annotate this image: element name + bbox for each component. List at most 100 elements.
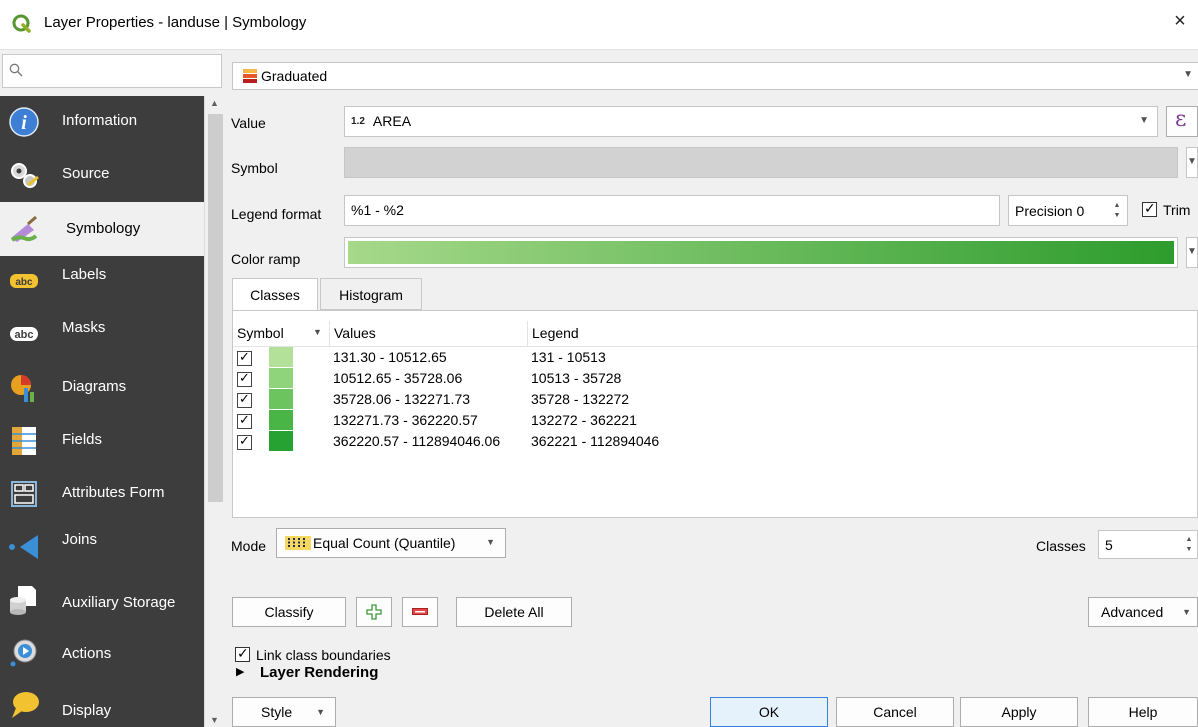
sidebar-item-fields[interactable]: Fields: [0, 415, 204, 468]
mode-value: Equal Count (Quantile): [313, 535, 456, 551]
sidebar-item-labels[interactable]: abc Labels: [0, 256, 204, 309]
class-values: 132271.73 - 362220.57: [333, 412, 478, 428]
expand-arrow-icon[interactable]: ▶: [236, 665, 244, 678]
classify-button[interactable]: Classify: [232, 597, 346, 627]
class-visible-checkbox[interactable]: ✓: [237, 412, 252, 429]
search-box[interactable]: [2, 54, 222, 88]
svg-text:i: i: [21, 112, 27, 134]
sidebar-item-joins[interactable]: Joins: [0, 521, 204, 574]
check-icon: ✓: [237, 645, 249, 661]
column-header-values[interactable]: Values: [329, 321, 527, 347]
precision-spinbox[interactable]: Precision 0 ▲ ▼: [1008, 195, 1128, 226]
spin-down-icon[interactable]: ▼: [1181, 545, 1197, 554]
classes-count-label: Classes: [1036, 538, 1086, 554]
help-button[interactable]: Help: [1088, 697, 1198, 727]
delete-all-button[interactable]: Delete All: [456, 597, 572, 627]
sidebar-item-masks[interactable]: abc Masks: [0, 309, 204, 362]
values-column-title: Values: [334, 325, 376, 341]
column-header-legend[interactable]: Legend: [527, 321, 1197, 347]
classes-count-spinbox[interactable]: 5 ▲ ▼: [1098, 530, 1198, 559]
value-field[interactable]: 1.2 AREA ▼: [344, 106, 1158, 137]
class-symbol-swatch[interactable]: [269, 368, 293, 388]
delete-all-label: Delete All: [484, 604, 544, 620]
tab-histogram-label: Histogram: [339, 287, 403, 303]
sidebar-item-label: Symbology: [66, 220, 141, 237]
masks-icon: abc: [10, 327, 38, 341]
sidebar-scrollbar[interactable]: ▲ ▼: [204, 96, 226, 727]
spin-down-icon[interactable]: ▼: [1109, 211, 1125, 220]
table-row[interactable]: ✓ 132271.73 - 362220.57 132272 - 362221: [233, 410, 1198, 431]
class-visible-checkbox[interactable]: ✓: [237, 370, 252, 387]
class-values: 35728.06 - 132271.73: [333, 391, 471, 407]
mode-select[interactable]: Equal Count (Quantile) ▼: [276, 528, 506, 558]
class-visible-checkbox[interactable]: ✓: [237, 349, 252, 366]
column-header-symbol[interactable]: Symbol ▼: [233, 321, 329, 347]
classify-label: Classify: [264, 604, 314, 620]
style-label: Style: [261, 704, 293, 720]
sidebar-item-actions[interactable]: Actions: [0, 627, 204, 680]
search-input[interactable]: [31, 59, 216, 83]
sidebar: i Information Source Symbology abc Label…: [0, 50, 226, 727]
advanced-label: Advanced: [1101, 604, 1164, 620]
legend-format-value: %1 - %2: [351, 202, 404, 218]
scroll-up-icon[interactable]: ▲: [210, 98, 219, 108]
legend-format-input[interactable]: %1 - %2: [344, 195, 1000, 226]
color-ramp-dropdown[interactable]: ▼: [1186, 237, 1198, 268]
cancel-button[interactable]: Cancel: [836, 697, 954, 727]
style-button[interactable]: Style ▼: [232, 697, 336, 727]
spin-up-icon[interactable]: ▲: [1109, 201, 1125, 210]
renderer-select[interactable]: Graduated ▼: [232, 62, 1198, 90]
sidebar-item-label: Attributes Form: [62, 484, 165, 501]
class-values: 10512.65 - 35728.06: [333, 370, 463, 386]
cancel-label: Cancel: [873, 704, 917, 720]
scrollbar-thumb[interactable]: [208, 114, 223, 502]
class-symbol-swatch[interactable]: [269, 431, 293, 451]
layer-rendering-section[interactable]: Layer Rendering: [260, 664, 378, 681]
symbol-button[interactable]: [344, 147, 1178, 178]
chevron-down-icon: ▼: [1183, 69, 1193, 80]
add-class-button[interactable]: [356, 597, 392, 627]
class-visible-checkbox[interactable]: ✓: [237, 391, 252, 408]
table-row[interactable]: ✓ 10512.65 - 35728.06 10513 - 35728: [233, 368, 1198, 389]
remove-class-button[interactable]: [402, 597, 438, 627]
tab-classes[interactable]: Classes: [232, 278, 318, 311]
class-visible-checkbox[interactable]: ✓: [237, 433, 252, 450]
classes-table[interactable]: Symbol ▼ Values Legend ✓ 131.30 - 10512.…: [232, 310, 1198, 518]
scroll-down-icon[interactable]: ▼: [210, 715, 219, 725]
search-icon: [9, 63, 23, 77]
sidebar-item-source[interactable]: Source: [0, 149, 204, 202]
spin-up-icon[interactable]: ▲: [1181, 535, 1197, 544]
sidebar-item-symbology[interactable]: Symbology: [0, 202, 204, 256]
apply-button[interactable]: Apply: [960, 697, 1078, 727]
class-legend: 35728 - 132272: [531, 391, 630, 407]
link-boundaries-checkbox[interactable]: ✓: [235, 645, 250, 662]
color-ramp-button[interactable]: [344, 237, 1178, 268]
check-icon: ✓: [1144, 200, 1156, 216]
ok-button[interactable]: OK: [710, 697, 828, 727]
sidebar-item-information[interactable]: i Information: [0, 96, 204, 149]
sidebar-item-auxiliary-storage[interactable]: Auxiliary Storage: [0, 574, 204, 627]
table-row[interactable]: ✓ 131.30 - 10512.65 131 - 10513: [233, 347, 1198, 368]
close-icon[interactable]: ×: [1168, 10, 1192, 33]
sidebar-item-diagrams[interactable]: Diagrams: [0, 362, 204, 415]
advanced-button[interactable]: Advanced ▼: [1088, 597, 1198, 627]
svg-text:abc: abc: [15, 277, 33, 288]
class-symbol-swatch[interactable]: [269, 347, 293, 367]
tab-histogram[interactable]: Histogram: [320, 278, 422, 310]
table-row[interactable]: ✓ 35728.06 - 132271.73 35728 - 132272: [233, 389, 1198, 410]
expression-button[interactable]: ε: [1166, 106, 1198, 137]
class-symbol-swatch[interactable]: [269, 389, 293, 409]
chevron-down-icon: ▼: [1139, 115, 1149, 126]
source-icon: [11, 163, 39, 188]
qgis-logo-icon: [12, 14, 31, 33]
sidebar-item-display[interactable]: Display: [0, 680, 204, 727]
check-icon: ✓: [239, 370, 250, 385]
link-boundaries-label: Link class boundaries: [256, 647, 391, 663]
expression-icon: ε: [1175, 107, 1187, 132]
class-symbol-swatch[interactable]: [269, 410, 293, 430]
color-ramp-preview: [348, 241, 1174, 264]
trim-checkbox[interactable]: ✓: [1142, 200, 1157, 217]
symbol-dropdown[interactable]: ▼: [1186, 147, 1198, 178]
table-row[interactable]: ✓ 362220.57 - 112894046.06 362221 - 1128…: [233, 431, 1198, 452]
sidebar-item-attributes-form[interactable]: Attributes Form: [0, 468, 204, 521]
